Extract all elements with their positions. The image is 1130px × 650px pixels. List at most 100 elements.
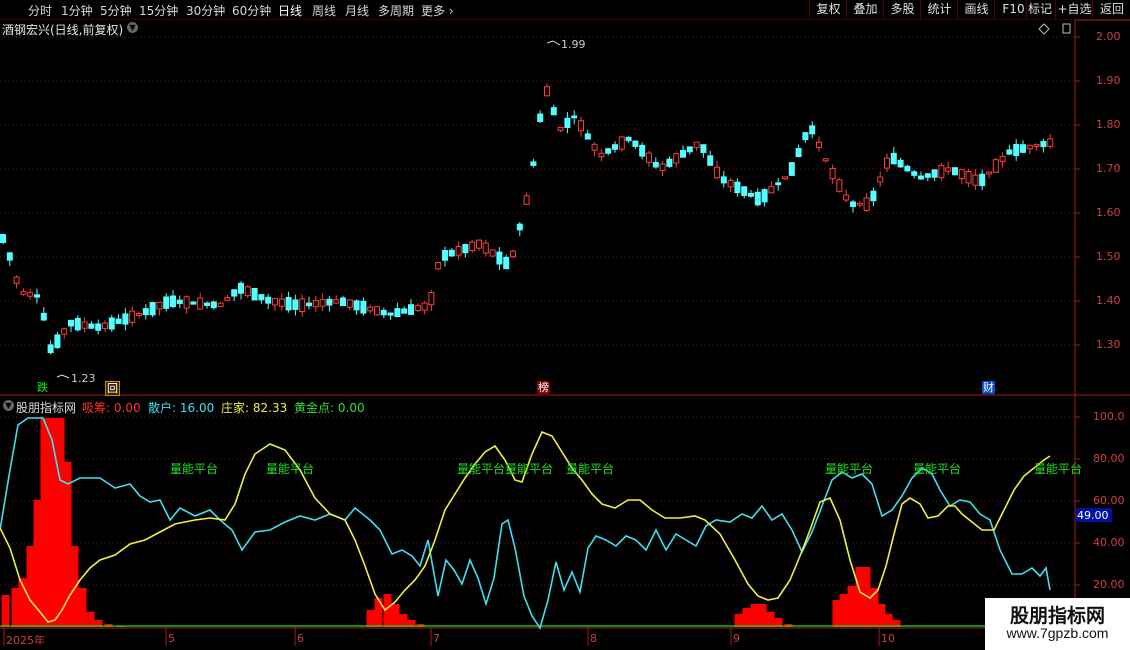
candle-body	[68, 319, 74, 327]
candle-body	[550, 107, 557, 116]
absorb-bar	[734, 614, 743, 627]
candle-body	[999, 156, 1006, 162]
absorb-bar	[26, 546, 35, 627]
candle-body	[428, 292, 435, 306]
candle-body	[34, 294, 40, 298]
candle-body	[673, 153, 680, 164]
absorb-bar	[11, 588, 20, 627]
candle-body	[516, 223, 523, 231]
candle-body	[530, 161, 537, 166]
candle-body	[346, 299, 353, 308]
candle-body	[163, 296, 170, 309]
absorb-bar	[847, 586, 856, 627]
indicator-axis-label: 60.00	[1093, 494, 1125, 507]
candle-body	[102, 322, 108, 329]
candle-body	[639, 144, 646, 157]
candle-body	[598, 152, 605, 158]
candle-body	[244, 286, 251, 297]
candle-body	[272, 298, 278, 306]
price-label: 1.70	[1096, 162, 1121, 175]
candle-body	[129, 310, 136, 323]
event-marker-drop[interactable]: 跌	[36, 381, 49, 394]
candle-body	[489, 249, 496, 257]
event-marker-finance[interactable]: 财	[982, 381, 995, 394]
candle-body	[1006, 149, 1013, 155]
candle-body	[700, 144, 707, 153]
watermark-url: www.7gpzb.com	[1006, 625, 1109, 641]
candle-body	[265, 296, 272, 304]
candle-body	[924, 173, 931, 178]
current-value-label: 49.00	[1077, 509, 1109, 522]
price-label: 1.50	[1096, 250, 1121, 263]
candle-body	[333, 299, 340, 304]
event-marker-rank[interactable]: 榜	[537, 381, 550, 394]
candle-body	[829, 168, 836, 180]
candle-body	[1040, 140, 1047, 148]
candle-body	[958, 169, 965, 180]
candle-body	[952, 167, 958, 176]
watermark-title: 股朋指标网	[1009, 606, 1105, 627]
diamond-icon[interactable]	[1038, 23, 1050, 35]
candle-body	[523, 195, 530, 205]
layout-icon[interactable]	[1062, 23, 1071, 34]
candle-body	[0, 234, 6, 243]
indicator-value-2: 庄家: 82.33	[221, 401, 288, 415]
absorb-bar	[877, 604, 886, 627]
candle-body	[217, 302, 224, 308]
candle-body	[816, 141, 822, 148]
candle-body	[850, 201, 856, 207]
candle-body	[618, 136, 625, 150]
kline-chart[interactable]	[0, 0, 1130, 650]
candle-body	[319, 299, 326, 307]
candle-body	[1047, 138, 1054, 147]
candle-body	[544, 86, 550, 97]
candle-body	[605, 148, 612, 154]
indicator-value-0: 吸筹: 0.00	[82, 401, 141, 415]
absorb-bar	[70, 546, 79, 627]
price-label: 1.40	[1096, 294, 1121, 307]
pattern-label: 量能平台	[913, 462, 962, 476]
absorb-bar	[750, 604, 759, 627]
candle-body	[408, 304, 414, 315]
indicator-lines	[0, 417, 1075, 630]
candle-body	[251, 287, 258, 301]
pattern-label: 量能平台	[505, 462, 554, 476]
candle-body	[761, 189, 768, 203]
candle-body	[292, 299, 299, 310]
candle-body	[387, 312, 394, 316]
candle-body	[809, 125, 816, 135]
candle-body	[367, 306, 374, 312]
candle-body	[666, 158, 673, 167]
candle-body	[108, 317, 115, 330]
candle-body	[20, 291, 27, 295]
candle-body	[680, 149, 686, 158]
pattern-label: 量能平台	[170, 462, 219, 476]
absorb-bar	[832, 600, 841, 627]
candle-body	[591, 143, 598, 151]
date-label: 2025年	[6, 634, 45, 647]
candle-body	[979, 173, 986, 187]
candle-body	[299, 298, 306, 312]
absorb-bar	[1, 595, 10, 627]
candle-body	[190, 301, 197, 305]
candle-body	[74, 317, 81, 331]
candle-body	[877, 176, 884, 183]
absorb-bar	[78, 588, 87, 627]
candle-body	[822, 158, 829, 162]
indicator-axis-label: 20.00	[1093, 578, 1125, 591]
pattern-label: 量能平台	[1034, 462, 1083, 476]
event-marker-return[interactable]: 回	[105, 381, 120, 396]
indicator-dropdown-icon[interactable]: ▼	[3, 400, 14, 411]
candle-body	[918, 175, 924, 180]
candle-body	[775, 182, 782, 186]
candle-body	[401, 308, 408, 314]
candle-body	[748, 192, 754, 197]
watermark: 股朋指标网 www.7gpzb.com	[985, 598, 1130, 650]
candle-body	[435, 262, 442, 270]
candle-body	[204, 302, 210, 306]
absorb-bar	[374, 598, 383, 627]
candle-body	[557, 126, 564, 131]
candle-body	[142, 308, 149, 316]
candle-body	[462, 244, 469, 254]
candle-body	[652, 161, 659, 168]
